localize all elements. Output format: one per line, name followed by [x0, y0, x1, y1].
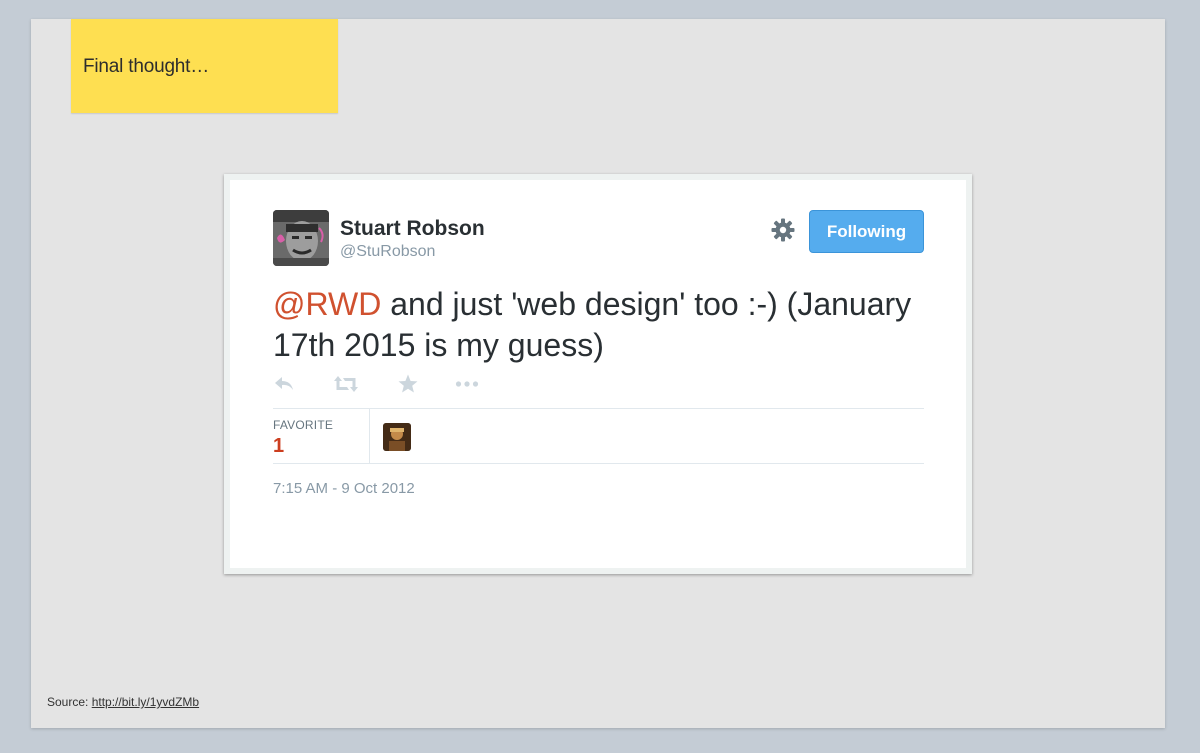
retweet-icon[interactable] [333, 372, 359, 396]
author-avatar[interactable] [273, 210, 329, 266]
sticky-note: Final thought… [71, 19, 338, 113]
tweet-timestamp[interactable]: 7:15 AM - 9 Oct 2012 [273, 480, 415, 497]
author-handle[interactable]: @StuRobson [340, 243, 435, 261]
tweet-card: Stuart Robson @StuRobson Following @RWD … [230, 180, 966, 568]
more-icon[interactable] [455, 372, 479, 396]
gear-icon[interactable] [770, 217, 796, 243]
mention-link[interactable]: @RWD [273, 286, 381, 322]
tweet-text: @RWD and just 'web design' too :-) (Janu… [273, 284, 933, 366]
following-button[interactable]: Following [809, 210, 924, 253]
slide: Final thought… Stuart Robson @StuRobson … [31, 19, 1165, 728]
stats-bottom-divider [273, 463, 924, 464]
sticky-note-text: Final thought… [83, 56, 210, 77]
source-label: Source: [47, 695, 89, 709]
favorite-label: FAVORITE [273, 418, 334, 432]
author-name[interactable]: Stuart Robson [340, 217, 485, 241]
source-credit: Source: http://bit.ly/1yvdZMb [47, 695, 199, 709]
stats-top-divider [273, 408, 924, 409]
favorite-count: 1 [273, 435, 285, 457]
favorite-star-icon[interactable] [397, 372, 419, 396]
reply-icon[interactable] [273, 372, 295, 396]
favoriter-avatar[interactable] [383, 423, 411, 451]
favorite-stat[interactable]: FAVORITE 1 [273, 409, 370, 463]
source-link[interactable]: http://bit.ly/1yvdZMb [92, 695, 199, 709]
tweet-embed: Stuart Robson @StuRobson Following @RWD … [224, 174, 972, 574]
